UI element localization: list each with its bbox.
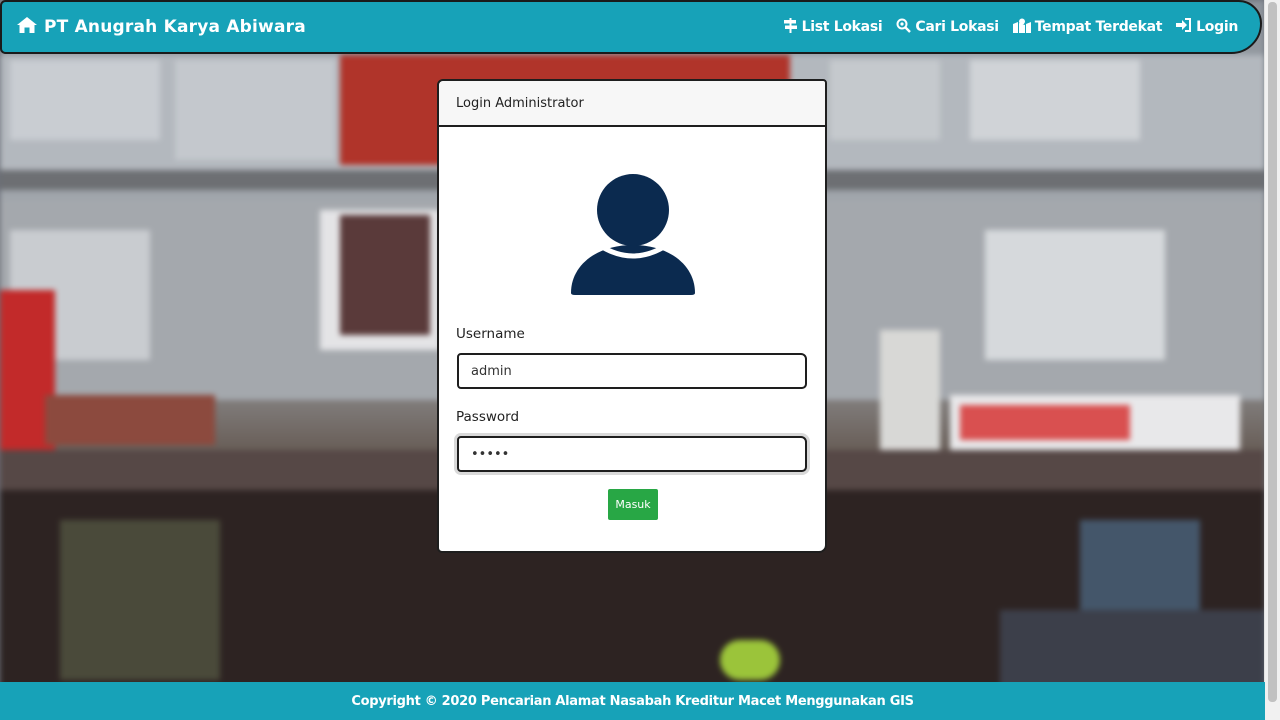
footer: Copyright © 2020 Pencarian Alamat Nasaba… (0, 682, 1265, 720)
password-input[interactable] (457, 436, 807, 472)
nav-item-tempat-terdekat[interactable]: Tempat Terdekat (1012, 18, 1163, 37)
home-icon (16, 16, 38, 38)
nav-item-list-lokasi[interactable]: List Lokasi (783, 17, 883, 37)
nav-label: Cari Lokasi (915, 19, 999, 35)
map-marked-icon (1012, 18, 1035, 37)
copyright-text: Copyright © 2020 Pencarian Alamat Nasaba… (351, 693, 914, 709)
password-label: Password (456, 409, 520, 425)
username-label: Username (456, 326, 525, 342)
user-icon (569, 171, 697, 295)
scrollbar-thumb[interactable] (1268, 2, 1277, 702)
nav-links: List Lokasi Cari Lokasi Tempat Terdekat … (769, 17, 1238, 37)
navbar-brand[interactable]: PT Anugrah Karya Abiwara (16, 16, 306, 38)
nav-label: List Lokasi (801, 19, 883, 35)
brand-name: PT Anugrah Karya Abiwara (44, 17, 306, 37)
sign-in-icon (1176, 18, 1196, 36)
submit-button[interactable]: Masuk (608, 489, 658, 520)
signs-icon (783, 17, 802, 37)
nav-item-cari-lokasi[interactable]: Cari Lokasi (896, 18, 999, 37)
nav-label: Login (1196, 19, 1238, 35)
scrollbar[interactable] (1264, 0, 1280, 720)
card-title: Login Administrator (456, 95, 584, 111)
search-location-icon (896, 18, 915, 37)
nav-label: Tempat Terdekat (1034, 19, 1163, 35)
username-input[interactable] (457, 353, 807, 389)
card-header: Login Administrator (439, 81, 825, 127)
navbar: PT Anugrah Karya Abiwara List Lokasi Car… (0, 0, 1262, 54)
nav-item-login[interactable]: Login (1176, 18, 1238, 36)
login-card: Login Administrator Username Password Ma… (437, 79, 827, 553)
